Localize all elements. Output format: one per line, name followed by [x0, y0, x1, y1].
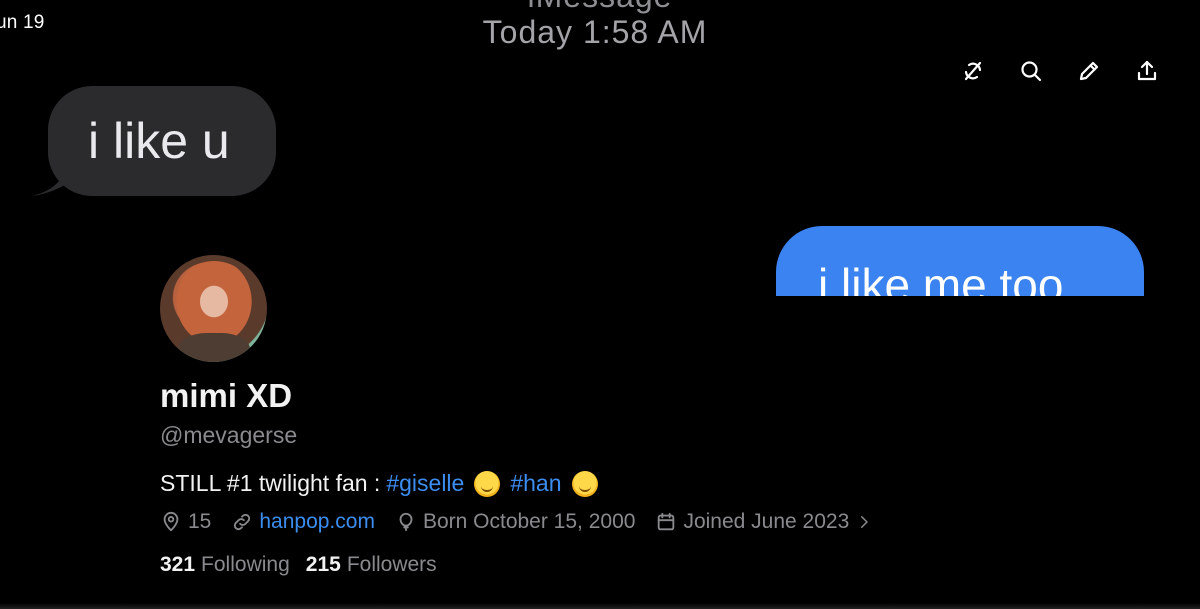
- display-name: mimi XD: [160, 377, 293, 414]
- share-icon: [1137, 60, 1157, 81]
- pencil-icon: [1079, 61, 1099, 81]
- drooling-face-emoji: [571, 470, 598, 497]
- screenshot-page: un 19 iMessage Today 1:58 AM: [0, 0, 1200, 609]
- avatar[interactable]: [160, 255, 267, 362]
- share-button[interactable]: [1129, 56, 1165, 86]
- sent-message-clip: i like me too: [776, 226, 1144, 296]
- followers-link[interactable]: 215 Followers: [306, 553, 437, 577]
- sent-message-bubble: i like me too: [776, 226, 1144, 296]
- following-link[interactable]: 321 Following: [160, 553, 290, 577]
- imessage-timestamp: Today 1:58 AM: [482, 14, 708, 50]
- profile-bio: STILL #1 twilight fan : #giselle #han: [160, 470, 602, 497]
- sent-message-text: i like me too: [818, 259, 1064, 296]
- avatar-shirt: [178, 333, 250, 362]
- received-message-bubble: i like u: [48, 86, 276, 196]
- user-handle: @mevagerse: [160, 422, 298, 448]
- edit-button[interactable]: [1071, 56, 1107, 86]
- website-item[interactable]: hanpop.com: [231, 510, 375, 534]
- birthday-item: Born October 15, 2000: [395, 510, 635, 534]
- following-count: 321: [160, 553, 196, 576]
- received-message-text: i like u: [88, 113, 230, 169]
- search-button[interactable]: [1013, 56, 1049, 86]
- link-icon: [234, 513, 251, 531]
- location-pin-icon: [163, 511, 179, 532]
- toolbar: [955, 56, 1165, 86]
- joined-text: Joined June 2023: [683, 510, 850, 533]
- followers-label: Followers: [346, 553, 437, 576]
- followers-count: 215: [305, 553, 341, 576]
- following-label: Following: [201, 553, 290, 576]
- website-link[interactable]: hanpop.com: [259, 510, 375, 534]
- calendar-icon: [658, 512, 675, 531]
- hashtag-han[interactable]: #han: [510, 470, 561, 497]
- imessage-service-label: iMessage: [470, 0, 730, 15]
- profile-meta-row: 15 hanpop.com Born October 15, 2000 Join…: [160, 510, 873, 534]
- location-text: 15: [188, 510, 212, 533]
- unlink-button[interactable]: [955, 56, 991, 86]
- search-icon: [1021, 61, 1042, 82]
- drooling-face-emoji: [474, 470, 501, 497]
- hashtag-giselle[interactable]: #giselle: [386, 470, 464, 497]
- follow-stats: 321 Following 215 Followers: [160, 553, 437, 577]
- bio-text: STILL #1 twilight fan :: [160, 470, 381, 496]
- chevron-right-icon: [861, 516, 868, 528]
- bottom-divider: [0, 603, 1200, 609]
- balloon-icon: [399, 512, 413, 532]
- unlink-icon: [964, 61, 982, 81]
- joined-item[interactable]: Joined June 2023: [655, 510, 873, 534]
- birthday-text: Born October 15, 2000: [422, 510, 636, 533]
- status-date: un 19: [0, 12, 45, 33]
- location-item: 15: [160, 510, 211, 534]
